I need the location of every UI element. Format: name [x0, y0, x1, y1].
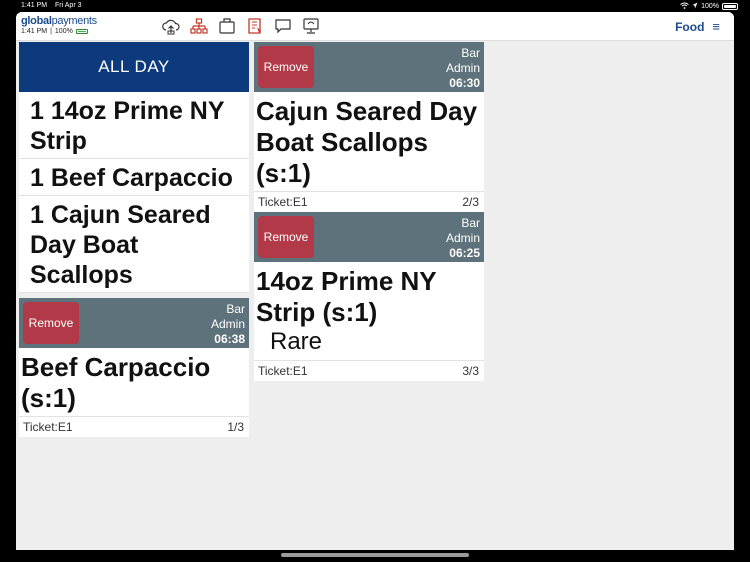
ticket-footer: Ticket:E1 3/3 [254, 360, 484, 381]
logo-text-global: global [21, 15, 52, 27]
device-battery-icon [75, 29, 88, 34]
all-day-header: ALL DAY [19, 42, 249, 92]
status-battery-percent: 100% [701, 3, 719, 10]
ticket-info: Bar Admin 06:38 [211, 302, 245, 347]
ticket-info: Bar Admin 06:25 [446, 216, 480, 261]
ticket-header: Remove Bar Admin 06:30 [254, 42, 484, 92]
device-time: 1:41 PM [21, 28, 48, 35]
remove-button[interactable]: Remove [23, 302, 79, 344]
column-2: Remove Bar Admin 06:30 Cajun Seared Day … [254, 42, 484, 381]
receipt-icon[interactable] [246, 16, 264, 36]
hamburger-menu-icon[interactable]: ≡ [712, 19, 720, 34]
ticket-station: Bar [226, 302, 245, 316]
all-day-list: 1 14oz Prime NY Strip 1 Beef Carpaccio 1… [19, 92, 249, 293]
terminal-icon[interactable] [302, 16, 320, 36]
ticket-server: Admin [210, 317, 245, 331]
cloud-upload-icon[interactable] [162, 16, 180, 36]
ios-status-bar: 1:41 PM Fri Apr 3 100% [0, 0, 750, 12]
ticket-card: Remove Bar Admin 06:38 Beef Carpaccio (s… [19, 298, 249, 437]
brand-block: globalpayments 1:41 PM | 100% [21, 15, 97, 35]
ticket-item-name: Cajun Seared Day Boat Scallops (s:1) [256, 96, 478, 188]
ticket-card: Remove Bar Admin 06:25 14oz Prime NY Str… [254, 212, 484, 381]
device-status: 1:41 PM | 100% [21, 28, 97, 35]
ticket-elapsed-time: 06:30 [449, 76, 480, 90]
location-icon [692, 2, 698, 11]
ticket-server: Admin [445, 231, 480, 245]
ticket-number: Ticket:E1 [258, 195, 308, 209]
ticket-footer: Ticket:E1 2/3 [254, 191, 484, 212]
section-selector[interactable]: Food ≡ [675, 19, 720, 34]
ticket-number: Ticket:E1 [258, 364, 308, 378]
remove-button[interactable]: Remove [258, 46, 314, 88]
column-1: ALL DAY 1 14oz Prime NY Strip 1 Beef Car… [19, 42, 249, 437]
ticket-item-name: 14oz Prime NY Strip (s:1) [256, 266, 437, 327]
ticket-footer: Ticket:E1 1/3 [19, 416, 249, 437]
toolbar [162, 16, 320, 36]
status-time: 1:41 PM [21, 2, 48, 9]
wifi-icon [680, 2, 689, 11]
ticket-item-count: 3/3 [462, 364, 479, 378]
ticket-elapsed-time: 06:38 [214, 332, 245, 346]
top-bar: globalpayments 1:41 PM | 100% Food ≡ [16, 12, 734, 41]
ticket-elapsed-time: 06:25 [449, 246, 480, 260]
ticket-header: Remove Bar Admin 06:25 [254, 212, 484, 262]
ticket-station: Bar [461, 216, 480, 230]
ticket-station: Bar [461, 46, 480, 60]
kitchen-display-app: globalpayments 1:41 PM | 100% Food ≡ ALL… [16, 12, 734, 550]
ticket-info: Bar Admin 06:30 [446, 46, 480, 91]
ticket-item-count: 1/3 [227, 420, 244, 434]
status-bar-left: 1:41 PM Fri Apr 3 [21, 2, 87, 9]
ticket-number: Ticket:E1 [23, 420, 73, 434]
network-icon[interactable] [190, 16, 208, 36]
all-day-item: 1 Cajun Seared Day Boat Scallops [19, 196, 249, 293]
remove-button[interactable]: Remove [258, 216, 314, 258]
status-bar-right: 100% [680, 2, 738, 11]
logo-text-payments: payments [51, 15, 98, 27]
inbox-icon[interactable] [218, 16, 236, 36]
ticket-item-count: 2/3 [462, 195, 479, 209]
home-indicator[interactable] [281, 553, 469, 557]
ticket-card: Remove Bar Admin 06:30 Cajun Seared Day … [254, 42, 484, 212]
ticket-header: Remove Bar Admin 06:38 [19, 298, 249, 348]
ticket-server: Admin [445, 61, 480, 75]
all-day-item: 1 14oz Prime NY Strip [19, 92, 249, 159]
message-icon[interactable] [274, 16, 292, 36]
battery-icon [722, 3, 738, 10]
ticket-item-name: Beef Carpaccio (s:1) [21, 352, 211, 413]
status-date: Fri Apr 3 [55, 2, 82, 9]
all-day-item: 1 Beef Carpaccio [19, 159, 249, 196]
section-label: Food [675, 19, 705, 34]
global-payments-logo: globalpayments [21, 15, 97, 27]
ticket-modifier: Rare [270, 328, 323, 355]
meta-divider: | [50, 28, 52, 35]
device-battery-percent: 100% [54, 28, 73, 35]
